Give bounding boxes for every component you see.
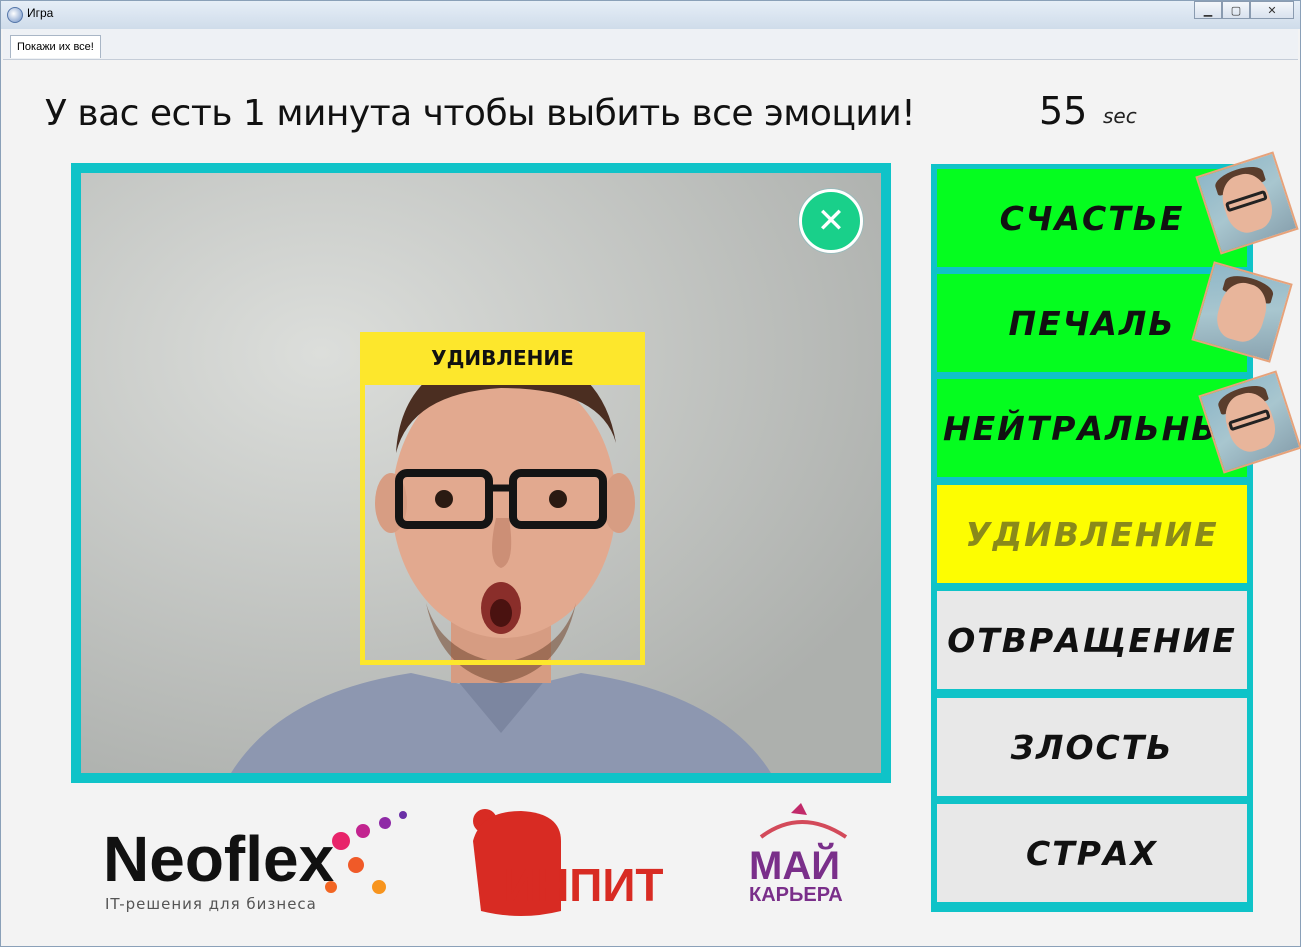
face-detection-box <box>360 380 645 665</box>
page-title: У вас есть 1 минута чтобы выбить все эмо… <box>45 93 916 134</box>
emotion-fear: СТРАХ <box>937 804 1247 902</box>
timer-unit: sec <box>1103 104 1137 128</box>
window-title: Игра <box>27 6 54 20</box>
emotion-surprise: УДИВЛЕНИЕ <box>937 485 1247 583</box>
emotion-anger: ЗЛОСТЬ <box>937 698 1247 796</box>
app-icon <box>7 7 23 23</box>
logos-svg: Neoflex IT-решения для бизнеса ИНПИТ МАЙ… <box>103 803 848 916</box>
emotion-panel: СЧАСТЬЕ ПЕЧАЛЬ НЕЙТРАЛЬНЫ УДИВЛЕНИЕ ОТВР… <box>931 164 1253 912</box>
my-career-subtitle: КАРЬЕРА <box>749 884 843 906</box>
timer-value: 55 <box>1039 89 1088 133</box>
neoflex-logo: Neoflex <box>103 823 335 895</box>
minimize-button[interactable]: ▁ <box>1194 1 1222 19</box>
close-window-button[interactable]: ✕ <box>1250 1 1294 19</box>
inpit-logo: ИНПИТ <box>503 859 664 911</box>
close-icon[interactable]: ✕ <box>799 189 863 253</box>
my-career-logo: МАЙ <box>749 842 840 888</box>
tab-pokazhi[interactable]: Покажи их все! <box>10 35 101 58</box>
detected-emotion-label: УДИВЛЕНИЕ <box>360 332 645 384</box>
window-controls: ▁ ▢ ✕ <box>1194 1 1294 19</box>
neoflex-tagline: IT-решения для бизнеса <box>105 895 317 913</box>
app-window: Игра ▁ ▢ ✕ Покажи их все! У вас есть 1 м… <box>0 0 1301 947</box>
maximize-button[interactable]: ▢ <box>1222 1 1250 19</box>
emotion-disgust: ОТВРАЩЕНИЕ <box>937 591 1247 689</box>
sponsor-logos: Neoflex IT-решения для бизнеса ИНПИТ МАЙ… <box>1 801 901 931</box>
title-bar: Игра ▁ ▢ ✕ <box>1 1 1300 29</box>
tab-strip: Покажи их все! <box>3 29 1298 60</box>
